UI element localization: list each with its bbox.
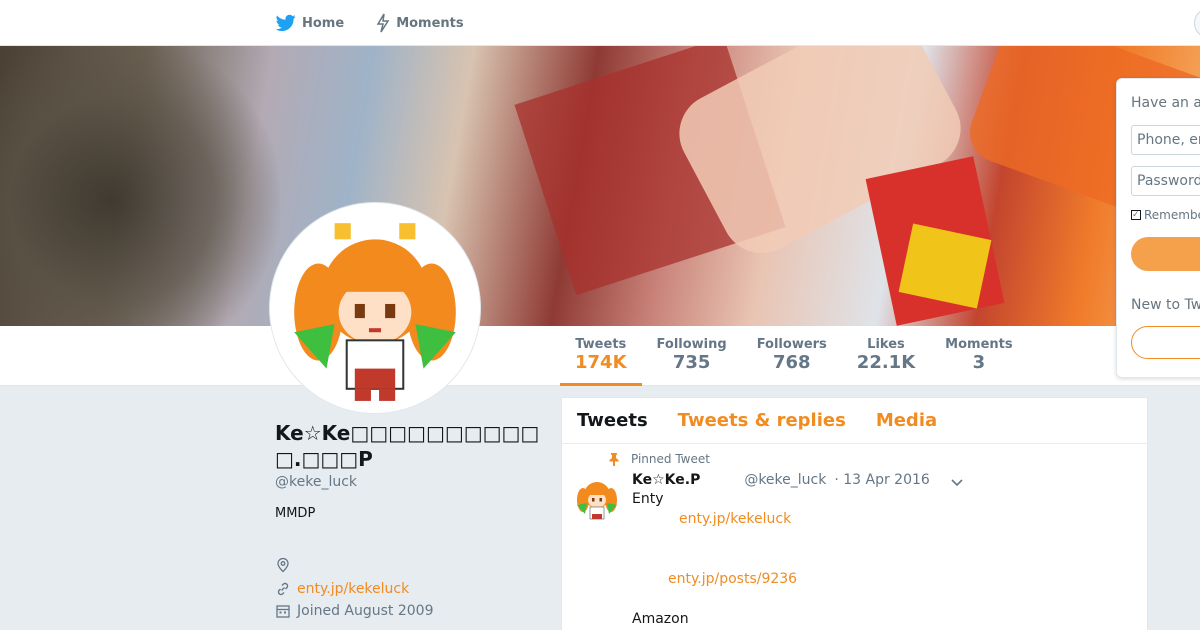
tweet-link[interactable]: enty.jp/posts/9236 xyxy=(668,571,797,587)
signup-prompt: New to Twitter? xyxy=(1131,297,1200,313)
top-navigation-bar: Home Moments xyxy=(0,0,1200,46)
stat-followers[interactable]: Followers 768 xyxy=(742,326,842,386)
login-dialog: Have an account? ✓ Remember me New to Tw… xyxy=(1116,78,1200,378)
pin-icon xyxy=(609,453,619,466)
global-nav: Home Moments xyxy=(276,0,464,46)
stat-value: 735 xyxy=(672,352,711,373)
remember-me-checkbox[interactable]: ✓ xyxy=(1131,210,1141,220)
link-icon xyxy=(277,582,289,596)
timeline-tabs: Tweets Tweets & replies Media xyxy=(562,398,1147,444)
nav-home-label: Home xyxy=(302,15,345,31)
tweet-author-handle[interactable]: @keke_luck xyxy=(744,472,826,488)
stat-label: Followers xyxy=(756,337,827,352)
stat-tweets[interactable]: Tweets 174K xyxy=(560,326,642,386)
username-field[interactable] xyxy=(1131,125,1200,155)
location-pin-icon xyxy=(277,557,289,573)
stat-label: Likes xyxy=(867,337,905,352)
chevron-down-icon[interactable] xyxy=(950,478,964,488)
profile-url: enty.jp/kekeluck xyxy=(275,581,540,597)
nav-moments[interactable]: Moments xyxy=(376,13,464,33)
stat-value: 22.1K xyxy=(856,352,916,373)
stat-value: 174K xyxy=(575,352,627,373)
tab-tweets[interactable]: Tweets xyxy=(562,398,663,443)
pinned-tweet-label: Pinned Tweet xyxy=(631,452,710,466)
tweet-timestamp[interactable]: · 13 Apr 2016 xyxy=(834,472,929,488)
remember-me[interactable]: ✓ Remember me xyxy=(1131,208,1200,222)
profile-join-date: Joined August 2009 xyxy=(275,603,540,619)
signup-button[interactable] xyxy=(1131,326,1200,359)
tab-tweets-and-replies[interactable]: Tweets & replies xyxy=(663,398,861,443)
pixel-character-avatar-image xyxy=(572,474,622,524)
stat-label: Tweets xyxy=(575,337,627,352)
nav-home[interactable]: Home xyxy=(276,14,344,32)
stat-label: Following xyxy=(656,337,727,352)
stat-following[interactable]: Following 735 xyxy=(642,326,742,386)
tweet-text-line: Enty xyxy=(632,491,664,507)
stat-likes[interactable]: Likes 22.1K xyxy=(842,326,930,386)
twitter-bird-icon xyxy=(276,14,296,32)
profile-stats-bar: Tweets 174K Following 735 Followers 768 … xyxy=(0,326,1200,386)
stat-moments[interactable]: Moments 3 xyxy=(930,326,1027,386)
tweet-text-line: Amazon xyxy=(632,611,689,627)
profile-timeline: Tweets Tweets & replies Media Pinned Twe… xyxy=(561,397,1148,630)
profile-location xyxy=(275,555,540,575)
tweet-avatar[interactable] xyxy=(572,474,622,524)
password-field[interactable] xyxy=(1131,166,1200,196)
profile-avatar[interactable] xyxy=(270,203,480,413)
profile-bio: MMDP xyxy=(275,506,316,521)
profile-url-link[interactable]: enty.jp/kekeluck xyxy=(297,581,409,597)
profile-nav-stats: Tweets 174K Following 735 Followers 768 … xyxy=(560,326,1028,386)
calendar-icon xyxy=(276,605,290,618)
profile-handle[interactable]: @keke_luck xyxy=(275,474,540,490)
profile-joined-text: Joined August 2009 xyxy=(297,603,434,619)
tab-media[interactable]: Media xyxy=(861,398,952,443)
profile-name[interactable]: Ke☆Ke□□□□□□□□□□□.□□□P xyxy=(275,420,540,472)
remember-me-label: Remember me xyxy=(1144,208,1200,222)
stat-value: 768 xyxy=(772,352,811,373)
profile-header-card: Ke☆Ke□□□□□□□□□□□.□□□P @keke_luck MMDP en… xyxy=(275,420,540,619)
login-title: Have an account? xyxy=(1131,95,1200,111)
nav-moments-label: Moments xyxy=(396,15,464,31)
profile-header-banner xyxy=(0,46,1200,326)
tweet-header: Ke☆Ke.P @keke_luck · 13 Apr 2016 xyxy=(632,472,930,488)
pixel-character-avatar-image xyxy=(274,207,476,409)
tweet-link[interactable]: enty.jp/kekeluck xyxy=(679,511,791,527)
tweet-author-name[interactable]: Ke☆Ke.P xyxy=(632,472,700,488)
lightning-icon xyxy=(376,13,390,33)
user-avatar-button[interactable] xyxy=(1194,8,1200,38)
stat-label: Moments xyxy=(945,337,1013,352)
stat-value: 3 xyxy=(972,352,986,373)
login-button[interactable] xyxy=(1131,237,1200,271)
